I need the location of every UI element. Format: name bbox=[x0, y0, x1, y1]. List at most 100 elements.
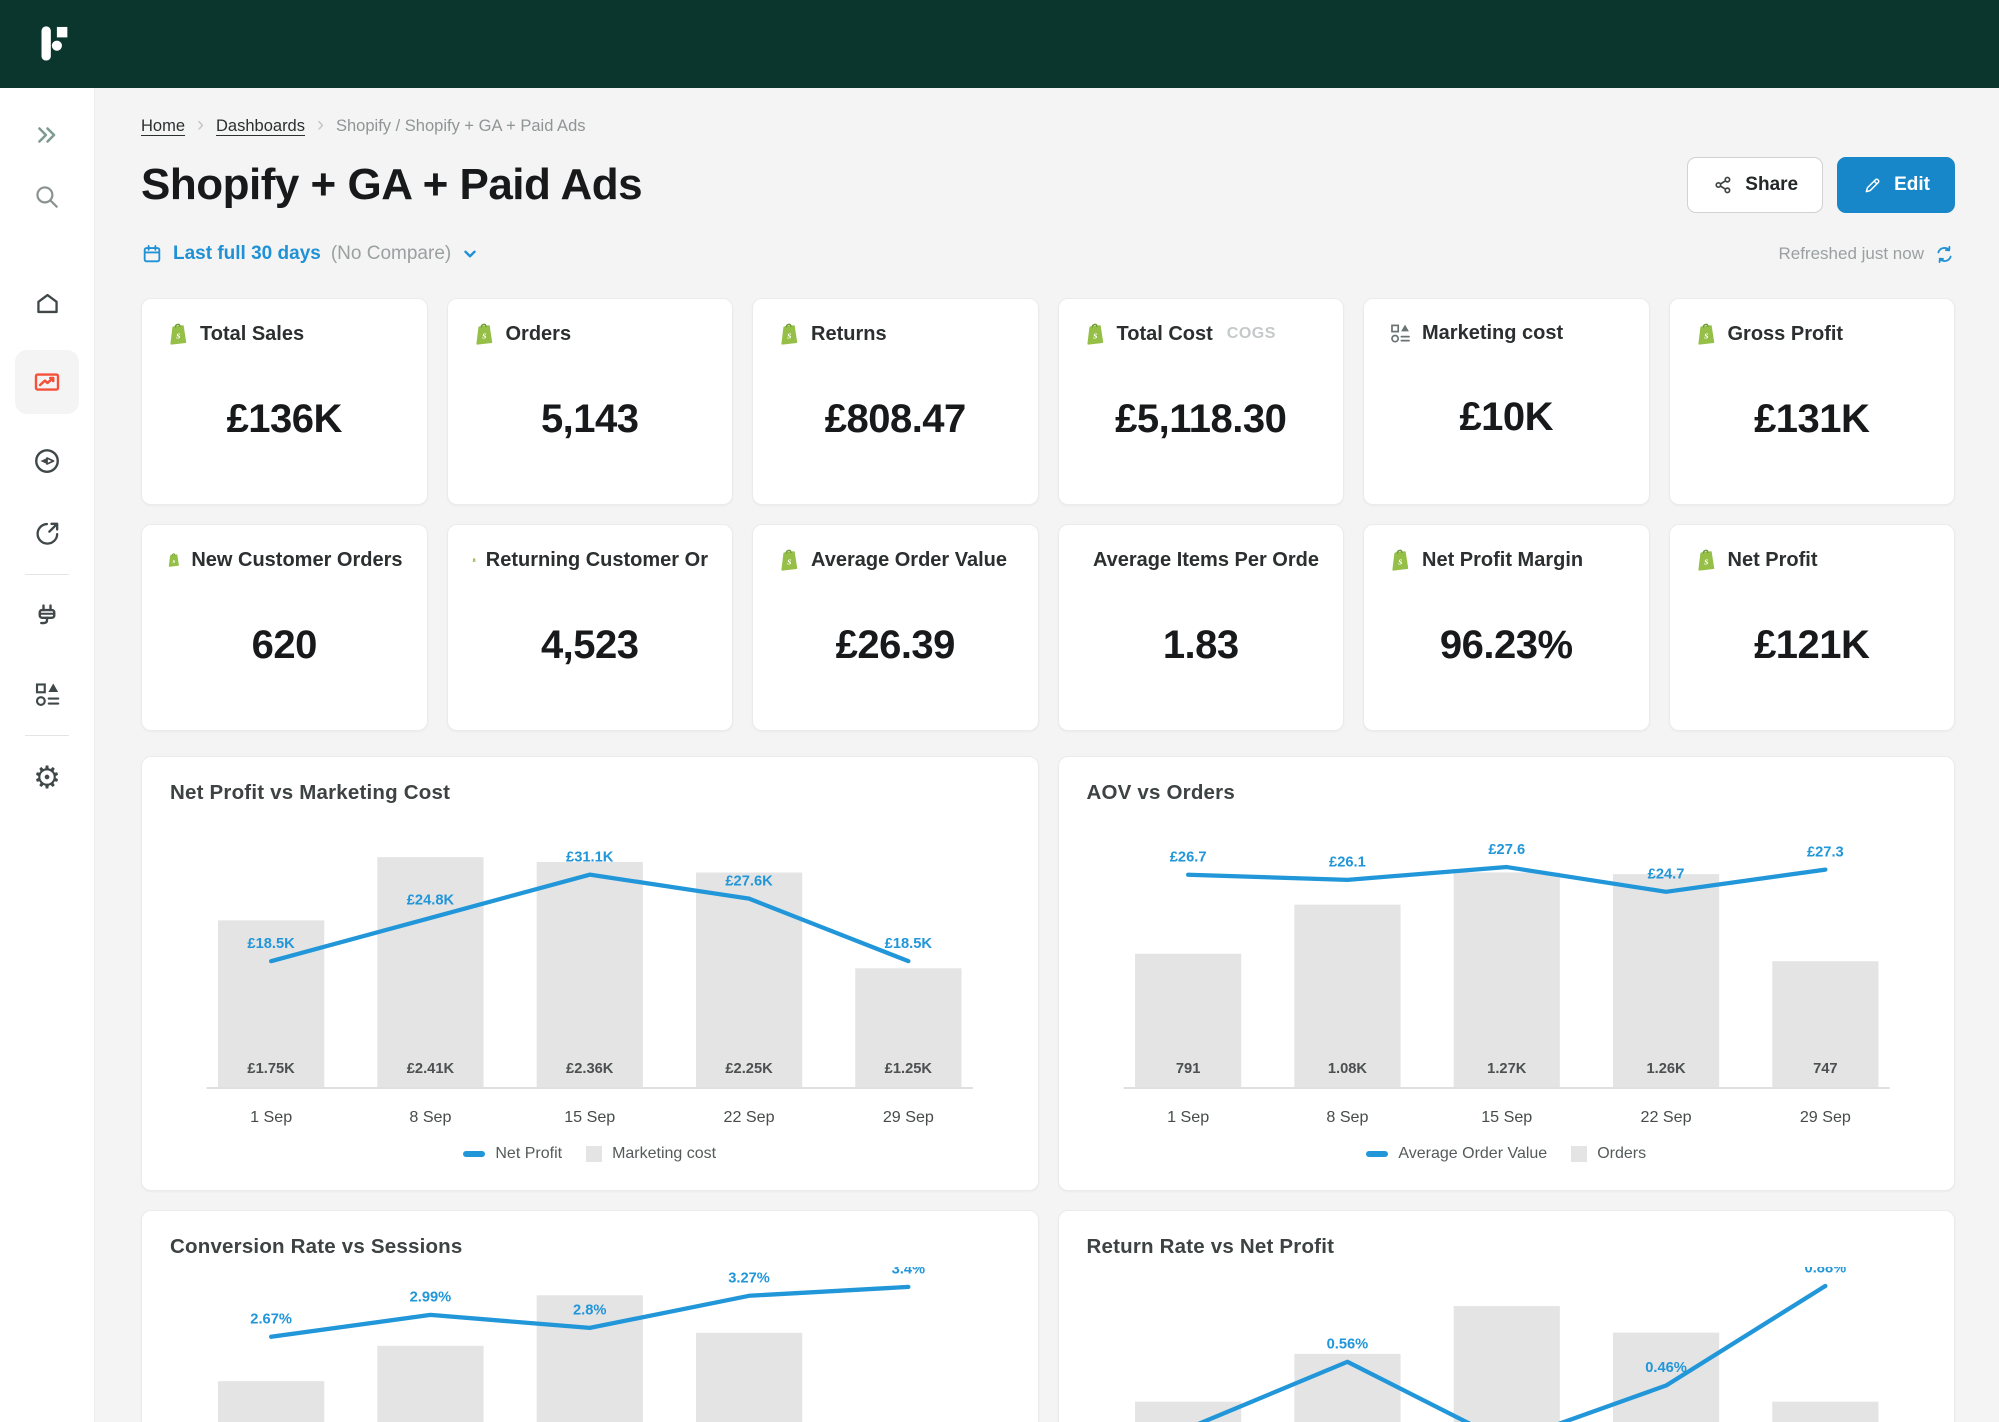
svg-text:29 Sep: 29 Sep bbox=[883, 1108, 934, 1126]
svg-text:s: s bbox=[1092, 330, 1097, 341]
shapes-icon bbox=[1391, 324, 1410, 343]
svg-text:s: s bbox=[175, 330, 180, 341]
compass-icon bbox=[35, 449, 59, 473]
plug-icon bbox=[38, 604, 56, 625]
sidebar-item-search[interactable] bbox=[15, 172, 79, 222]
svg-text:8 Sep: 8 Sep bbox=[409, 1108, 451, 1126]
svg-text:22 Sep: 22 Sep bbox=[724, 1108, 775, 1126]
svg-text:8 Sep: 8 Sep bbox=[1326, 1108, 1368, 1126]
kpi-label: Returns bbox=[811, 322, 887, 345]
line-series-label: Average Order Value bbox=[1398, 1145, 1548, 1162]
svg-text:£2.25K: £2.25K bbox=[725, 1061, 773, 1077]
sidebar-item-explore[interactable] bbox=[15, 436, 79, 486]
svg-text:22 Sep: 22 Sep bbox=[1640, 1108, 1691, 1126]
combo-chart-plot: 791 1.08K 1.27K 1.26K 747 1 Sep 8 Sep 15 Sep 22 … bbox=[1087, 813, 1927, 1143]
chart-legend: Average Order Value Orders bbox=[1087, 1145, 1927, 1163]
search-icon bbox=[36, 186, 58, 208]
breadcrumb-dashboards[interactable]: Dashboards bbox=[216, 117, 305, 136]
svg-text:2.67%: 2.67% bbox=[250, 1311, 292, 1327]
sidebar-item-connections[interactable] bbox=[15, 591, 79, 641]
chart-card-return-rate-vs-net-profit: Return Rate vs Net Profit 1 Sep8 Sep15 S… bbox=[1057, 1210, 1955, 1422]
kpi-value: 1.83 bbox=[1162, 623, 1239, 667]
sidebar-item-custom-metrics[interactable] bbox=[15, 669, 79, 719]
sidebar-item-shared-links[interactable] bbox=[15, 508, 79, 558]
svg-text:£2.36K: £2.36K bbox=[566, 1061, 614, 1077]
kpi-label: Average Order Value bbox=[811, 548, 1008, 571]
share-button-label: Share bbox=[1745, 174, 1799, 195]
shopify-bag-icon: s bbox=[1086, 323, 1103, 345]
kpi-value: £5,118.30 bbox=[1115, 397, 1287, 441]
line-series-swatch bbox=[1366, 1151, 1389, 1157]
bar-series-label: Marketing cost bbox=[612, 1145, 717, 1162]
chart-title: Net Profit vs Marketing Cost bbox=[170, 781, 451, 804]
shapes-icon bbox=[35, 683, 60, 706]
svg-text:s: s bbox=[1397, 556, 1402, 567]
svg-text:£18.5K: £18.5K bbox=[247, 936, 295, 952]
kpi-label: Gross Profit bbox=[1727, 322, 1844, 345]
svg-text:£2.41K: £2.41K bbox=[407, 1061, 455, 1077]
kpi-card: s Net Profit Margin 96.23% bbox=[1363, 524, 1650, 731]
kpi-card: s Returning Customer Or 4,523 bbox=[446, 524, 733, 731]
left-sidebar: ⚙ bbox=[0, 88, 95, 1422]
edit-button[interactable]: Edit bbox=[1837, 157, 1955, 213]
date-range-selector[interactable]: Last full 30 days (No Compare) bbox=[141, 243, 479, 265]
kpi-label: Marketing cost bbox=[1422, 321, 1564, 344]
shopify-bag-icon: s bbox=[1392, 549, 1409, 571]
breadcrumb-home[interactable]: Home bbox=[141, 117, 185, 136]
gear-icon: ⚙ bbox=[33, 759, 61, 795]
brand-logo[interactable] bbox=[36, 22, 80, 66]
share-button[interactable]: Share bbox=[1687, 157, 1824, 213]
combo-chart-plot: 1 Sep8 Sep15 Sep22 Sep29 Sep0.56%0.46%0.… bbox=[1087, 1267, 1927, 1422]
sidebar-item-expand[interactable] bbox=[15, 110, 79, 160]
kpi-value: £808.47 bbox=[824, 397, 967, 441]
sidebar-item-home[interactable] bbox=[15, 278, 79, 328]
breadcrumb-current: Shopify / Shopify + GA + Paid Ads bbox=[336, 116, 586, 135]
combo-chart-plot: £1.75K £2.41K £2.36K £2.25K £1.25K 1 Sep 8 Sep… bbox=[170, 813, 1010, 1143]
top-header-bar bbox=[0, 0, 1999, 88]
kpi-card: Marketing cost £10K bbox=[1363, 298, 1650, 505]
line-series-label: Net Profit bbox=[495, 1145, 563, 1162]
kpi-card: s Gross Profit £131K bbox=[1668, 298, 1955, 505]
kpi-label: Total Sales bbox=[200, 322, 305, 345]
trend-chart-icon bbox=[34, 373, 60, 391]
svg-text:£27.6K: £27.6K bbox=[725, 873, 773, 889]
shopify-bag-icon: s bbox=[472, 558, 476, 562]
breadcrumb-separator-icon: › bbox=[317, 113, 324, 136]
svg-text:£1.25K: £1.25K bbox=[885, 1061, 933, 1077]
kpi-value: 5,143 bbox=[540, 397, 639, 441]
refresh-icon[interactable] bbox=[1934, 244, 1955, 265]
kpi-card: s Average Order Value £26.39 bbox=[752, 524, 1039, 731]
svg-text:15 Sep: 15 Sep bbox=[1481, 1108, 1532, 1126]
svg-text:1.08K: 1.08K bbox=[1327, 1061, 1367, 1077]
svg-text:£1.75K: £1.75K bbox=[247, 1061, 295, 1077]
main-content: Home › Dashboards › Shopify / Shopify + … bbox=[96, 88, 1999, 1422]
chart-card-net-profit-vs-marketing-cost: Net Profit vs Marketing Cost £1.75K £2.41… bbox=[141, 756, 1039, 1191]
svg-text:1 Sep: 1 Sep bbox=[1167, 1108, 1209, 1126]
shopify-bag-icon: s bbox=[1697, 323, 1714, 345]
kpi-card: s Net Profit £121K bbox=[1668, 524, 1955, 731]
double-chevron-right-icon bbox=[38, 127, 56, 143]
chart-title: Conversion Rate vs Sessions bbox=[170, 1235, 463, 1258]
breadcrumb: Home › Dashboards › Shopify / Shopify + … bbox=[141, 114, 1955, 138]
share-nodes-icon bbox=[1715, 176, 1731, 194]
chevron-down-icon bbox=[464, 250, 476, 258]
sidebar-item-settings[interactable]: ⚙ bbox=[15, 752, 79, 802]
svg-text:£27.6: £27.6 bbox=[1488, 842, 1525, 858]
kpi-value: £26.39 bbox=[835, 623, 956, 667]
chart-legend: Net Profit Marketing cost bbox=[170, 1145, 1010, 1163]
kpi-card: s Orders 5,143 bbox=[446, 298, 733, 505]
pencil-icon bbox=[1865, 178, 1880, 192]
compare-mode-value: (No Compare) bbox=[330, 243, 452, 264]
combo-chart-plot: 1 Sep8 Sep15 Sep22 Sep29 Sep2.67%2.99%2.… bbox=[170, 1267, 1010, 1422]
sidebar-item-dashboards-active[interactable] bbox=[15, 350, 79, 414]
kpi-card: s Total Sales £136K bbox=[141, 298, 428, 505]
svg-text:£31.1K: £31.1K bbox=[566, 849, 614, 865]
svg-text:1.26K: 1.26K bbox=[1646, 1061, 1686, 1077]
kpi-label: Net Profit Margin bbox=[1422, 548, 1584, 571]
kpi-label: Total Cost bbox=[1116, 322, 1213, 345]
svg-text:2.8%: 2.8% bbox=[573, 1303, 606, 1319]
svg-text:791: 791 bbox=[1175, 1061, 1200, 1077]
chart-title: Return Rate vs Net Profit bbox=[1086, 1235, 1335, 1258]
svg-text:1.27K: 1.27K bbox=[1487, 1061, 1527, 1077]
svg-text:3.27%: 3.27% bbox=[728, 1271, 770, 1287]
